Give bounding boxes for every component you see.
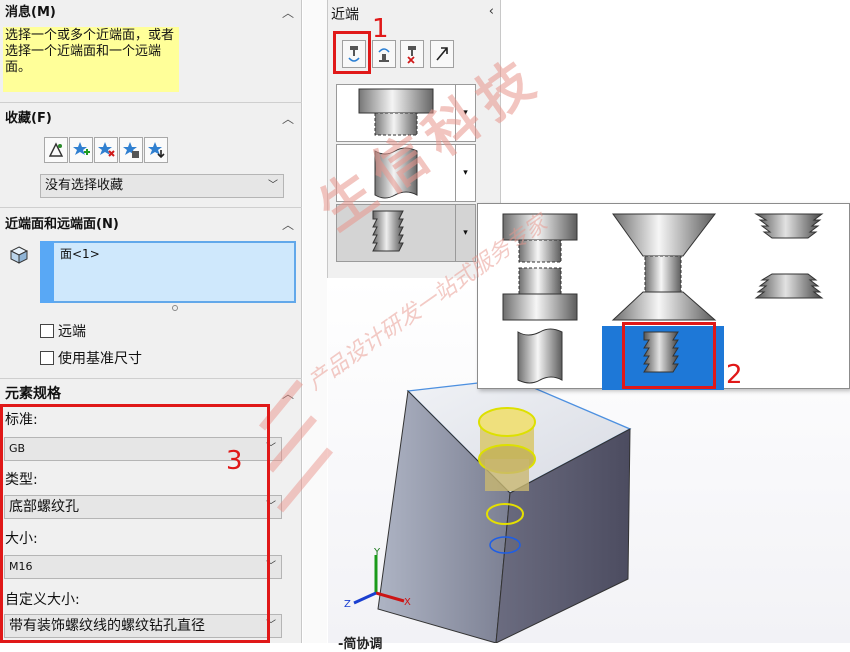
use-base-size-checkbox[interactable]: 使用基准尺寸 bbox=[40, 348, 142, 368]
rotate-type-button[interactable] bbox=[372, 40, 396, 68]
favorites-select-value: 没有选择收藏 bbox=[45, 178, 124, 193]
load-favorite-icon bbox=[148, 142, 165, 159]
chevron-up-icon[interactable]: ︿ bbox=[282, 2, 294, 24]
gallery-item-thread-top bbox=[754, 213, 824, 239]
arrow-diagonal-icon bbox=[436, 47, 448, 61]
message-title: 消息(M) bbox=[5, 5, 56, 20]
annotation-box-3 bbox=[0, 404, 270, 643]
delete-favorite-icon bbox=[98, 142, 115, 157]
direction-button[interactable] bbox=[430, 40, 454, 68]
face-icon bbox=[10, 246, 28, 264]
divider bbox=[0, 207, 302, 208]
favorites-toolbar bbox=[44, 137, 169, 163]
favorites-title: 收藏(F) bbox=[5, 111, 52, 126]
rotate-icon bbox=[378, 48, 390, 62]
delete-bolt-icon bbox=[407, 46, 416, 64]
add-favorite-button[interactable] bbox=[69, 137, 93, 163]
annotation-number-1: 1 bbox=[372, 14, 389, 44]
far-end-checkbox[interactable]: 远端 bbox=[40, 321, 86, 341]
save-favorite-button[interactable] bbox=[119, 137, 143, 163]
annotation-number-2: 2 bbox=[726, 360, 743, 390]
checkbox-box[interactable] bbox=[40, 324, 54, 338]
resize-handle-icon[interactable] bbox=[171, 304, 179, 312]
favorites-section-header[interactable]: 收藏(F) ︿ bbox=[0, 108, 302, 130]
save-favorite-icon bbox=[123, 142, 139, 158]
collapse-icon[interactable]: ‹ bbox=[489, 4, 494, 19]
selected-face-item[interactable]: 面<1> bbox=[60, 245, 100, 262]
annotation-box-1 bbox=[333, 31, 371, 74]
spec-title: 元素规格 bbox=[5, 386, 61, 402]
message-box: 选择一个或多个近端面，或者选择一个近端面和一个远端面。 bbox=[3, 27, 179, 92]
panel-title: 近端 bbox=[331, 7, 359, 23]
add-favorite-icon bbox=[73, 142, 90, 155]
checkbox-box[interactable] bbox=[40, 351, 54, 365]
delete-favorite-button[interactable] bbox=[94, 137, 118, 163]
chevron-up-icon[interactable]: ︿ bbox=[282, 108, 294, 130]
annotation-box-2 bbox=[622, 322, 716, 389]
load-favorite-button[interactable] bbox=[144, 137, 168, 163]
chevron-down-icon: ﹀ bbox=[268, 180, 278, 191]
selection-color-strip bbox=[40, 241, 54, 303]
delete-type-button[interactable] bbox=[400, 40, 424, 68]
divider bbox=[0, 102, 302, 103]
gallery-item-thread-bottom bbox=[754, 273, 824, 299]
use-base-size-label: 使用基准尺寸 bbox=[58, 351, 142, 367]
annotation-number-3: 3 bbox=[226, 446, 243, 476]
apply-defaults-icon bbox=[48, 142, 64, 157]
favorites-select[interactable]: 没有选择收藏 ﹀ bbox=[40, 174, 284, 198]
faces-title: 近端面和远端面(N) bbox=[5, 217, 119, 232]
far-end-label: 远端 bbox=[58, 324, 86, 340]
apply-defaults-button[interactable] bbox=[44, 137, 68, 163]
message-section-header[interactable]: 消息(M) ︿ bbox=[0, 2, 302, 24]
